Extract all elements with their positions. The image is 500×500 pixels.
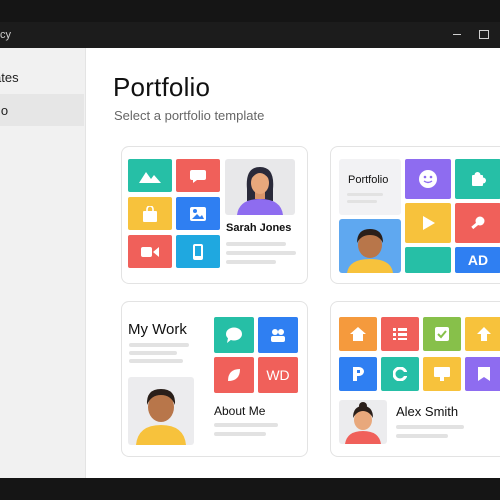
wd-tile: WD [258, 357, 298, 393]
c-icon [381, 357, 419, 391]
maximize-button[interactable] [478, 28, 490, 40]
smile-icon [405, 159, 451, 199]
text-line [129, 351, 177, 355]
template-card-alex-smith[interactable]: Alex Smith [330, 301, 500, 457]
phone-icon [176, 235, 220, 268]
check-icon [423, 317, 461, 351]
play-icon [405, 203, 451, 243]
sidebar: ates lo [0, 48, 86, 478]
chat-icon [214, 317, 254, 353]
template-heading: Portfolio [348, 174, 389, 186]
leaf-icon [214, 357, 254, 393]
avatar [339, 400, 387, 444]
template-card-my-work[interactable]: My Work WD About Me [121, 301, 308, 457]
page-title: Portfolio [113, 72, 211, 102]
key-icon [455, 203, 500, 243]
monitor-icon [423, 357, 461, 391]
chat-icon [176, 159, 220, 192]
image-icon [128, 159, 172, 192]
template-card-sarah-jones[interactable]: Sarah Jones [121, 146, 308, 284]
bookmark-icon [465, 357, 500, 391]
avatar [225, 159, 295, 215]
sidebar-item-portfolio[interactable]: lo [0, 94, 84, 126]
text-line [226, 251, 296, 255]
video-icon [128, 235, 172, 268]
color-tile [405, 247, 451, 273]
upload-icon [465, 317, 500, 351]
text-line [226, 260, 276, 264]
p-icon [339, 357, 377, 391]
text-line [129, 359, 183, 363]
text-line [347, 193, 383, 196]
header-block [339, 159, 401, 215]
text-line [396, 434, 448, 438]
text-line [214, 423, 278, 427]
list-icon [381, 317, 419, 351]
home-icon [339, 317, 377, 351]
about-caption: About Me [214, 404, 266, 418]
text-line [396, 425, 464, 429]
text-line [226, 242, 286, 246]
template-heading: My Work [128, 321, 187, 338]
text-line [129, 343, 189, 347]
bag-icon [128, 197, 172, 230]
avatar [128, 377, 194, 445]
page-subtitle: Select a portfolio template [114, 108, 265, 123]
avatar [339, 219, 401, 273]
sidebar-section-title: ates [0, 70, 19, 85]
ad-tile: AD [455, 247, 500, 273]
sidebar-item-label: lo [0, 103, 9, 118]
users-icon [258, 317, 298, 353]
tile-label: WD [266, 367, 290, 383]
tile-label: AD [467, 252, 489, 268]
title-bar: cy [0, 22, 500, 48]
puzzle-icon [455, 159, 500, 199]
text-line [214, 432, 266, 436]
template-card-portfolio[interactable]: Portfolio AD [330, 146, 500, 284]
text-line [347, 200, 377, 203]
window-title: cy [0, 29, 11, 41]
minimize-button[interactable] [452, 28, 464, 40]
template-name: Sarah Jones [226, 222, 292, 234]
picture-icon [176, 197, 220, 230]
template-name: Alex Smith [396, 404, 459, 419]
